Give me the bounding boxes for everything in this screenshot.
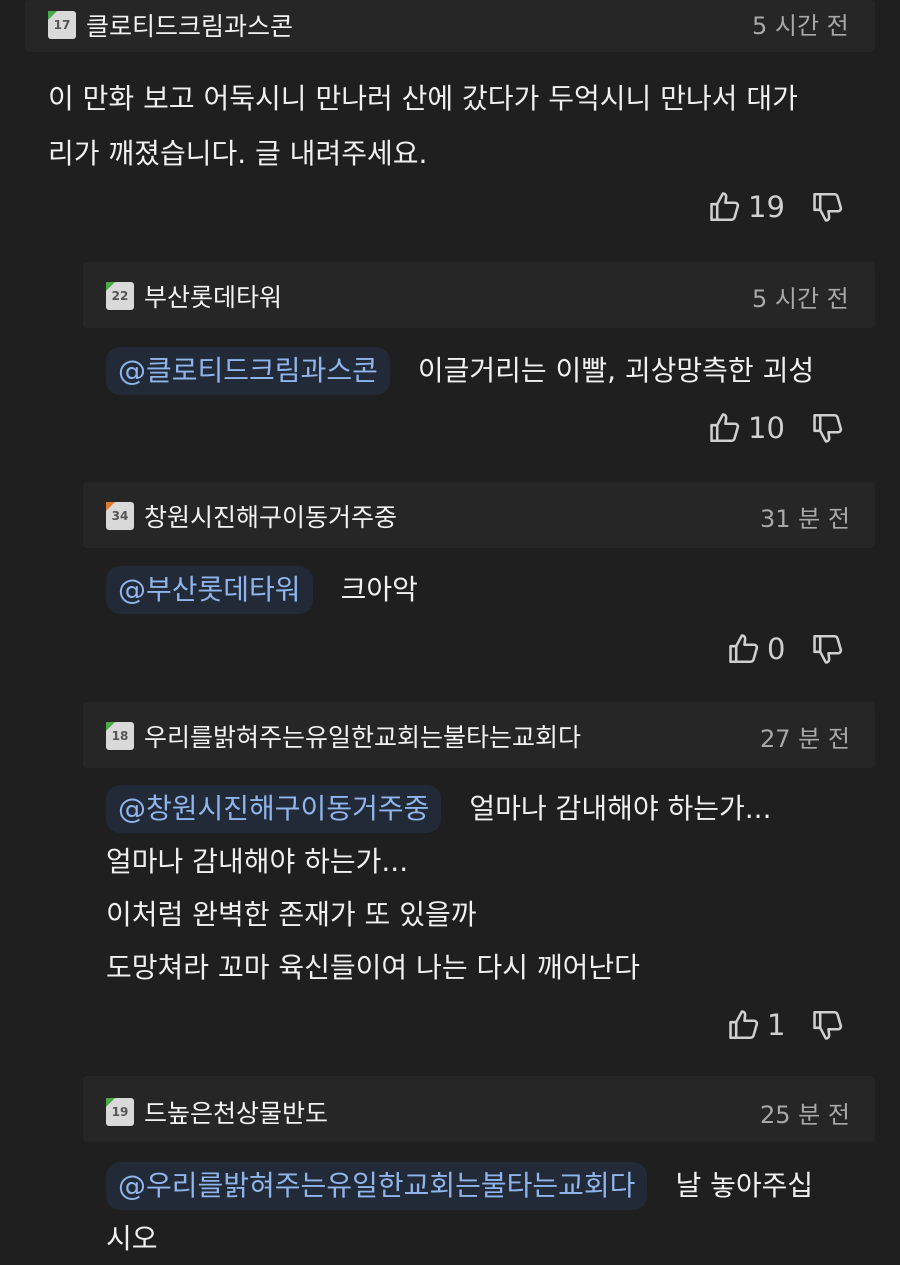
mention-tag[interactable]: @우리를밝혀주는유일한교회는불타는교회다	[106, 1162, 648, 1210]
level-badge: 22	[106, 282, 134, 310]
comment-time: 5 시간 전	[752, 285, 849, 313]
like-count: 0	[767, 632, 786, 666]
level-badge: 17	[48, 11, 76, 39]
thumbs-up-icon[interactable]	[708, 190, 742, 224]
like-count: 19	[748, 190, 785, 224]
vote-bar: 10	[708, 411, 845, 445]
like-count: 1	[767, 1008, 786, 1042]
comment-body: @부산롯데타워 크아악	[106, 562, 886, 617]
mention-tag[interactable]: @클로티드크림과스콘	[106, 347, 390, 395]
comment-line: 이글거리는 이빨, 괴상망측한 괴성	[417, 354, 815, 387]
vote-bar: 19	[708, 190, 845, 224]
comment-author[interactable]: 17 클로티드크림과스콘	[48, 5, 293, 45]
comment-line: 이 만화 보고 어둑시니 만나러 산에 갔다가 두억시니 만나서 대가	[48, 82, 798, 115]
mention-tag[interactable]: @창원시진해구이동거주중	[106, 785, 442, 833]
level-badge: 18	[106, 722, 134, 750]
comment-line: 얼마나 감내해야 하는가...	[469, 792, 772, 825]
author-name: 클로티드크림과스콘	[86, 12, 294, 41]
level-badge: 34	[106, 502, 134, 530]
comment-line: 날 놓아주십	[675, 1169, 814, 1202]
mention-tag[interactable]: @부산롯데타워	[106, 566, 313, 614]
thumbs-up-icon[interactable]	[727, 1008, 761, 1042]
like-count: 10	[748, 411, 785, 445]
thumbs-up-icon[interactable]	[727, 632, 761, 666]
author-name: 창원시진해구이동거주중	[144, 503, 398, 532]
author-name: 부산롯데타워	[144, 283, 283, 312]
comment-time: 31 분 전	[760, 505, 850, 533]
vote-bar: 1	[727, 1008, 845, 1042]
comment-time: 25 분 전	[760, 1101, 850, 1129]
comment-line: 도망쳐라 꼬마 육신들이여 나는 다시 깨어난다	[106, 951, 640, 984]
comment-line: 시오	[106, 1222, 158, 1255]
thumbs-down-icon[interactable]	[811, 632, 845, 666]
comment-body: @창원시진해구이동거주중 얼마나 감내해야 하는가... 얼마나 감내해야 하는가…	[106, 782, 886, 994]
vote-bar: 0	[727, 632, 845, 666]
comment-author[interactable]: 34 창원시진해구이동거주중	[106, 496, 397, 536]
author-name: 우리를밝혀주는유일한교회는불타는교회다	[144, 723, 582, 752]
thumbs-down-icon[interactable]	[811, 411, 845, 445]
thumbs-up-icon[interactable]	[708, 411, 742, 445]
author-name: 드높은천상물반도	[144, 1099, 329, 1128]
comment-body: 이 만화 보고 어둑시니 만나러 산에 갔다가 두억시니 만나서 대가 리가 깨…	[48, 71, 878, 181]
comment-body: @클로티드크림과스콘 이글거리는 이빨, 괴상망측한 괴성	[106, 343, 886, 398]
comment-line: 크아악	[340, 573, 418, 606]
thumbs-down-icon[interactable]	[811, 1008, 845, 1042]
comment-body: @우리를밝혀주는유일한교회는불타는교회다 날 놓아주십 시오	[106, 1159, 886, 1265]
comment-time: 27 분 전	[760, 725, 850, 753]
comment-author[interactable]: 18 우리를밝혀주는유일한교회는불타는교회다	[106, 716, 581, 756]
comment-line: 리가 깨졌습니다. 글 내려주세요.	[48, 137, 428, 170]
comment-author[interactable]: 22 부산롯데타워	[106, 276, 282, 316]
comment-line: 얼마나 감내해야 하는가...	[106, 845, 409, 878]
comment-line: 이처럼 완벽한 존재가 또 있을까	[106, 898, 477, 931]
level-badge: 19	[106, 1098, 134, 1126]
comment-author[interactable]: 19 드높은천상물반도	[106, 1092, 328, 1132]
comment-time: 5 시간 전	[752, 12, 849, 40]
thumbs-down-icon[interactable]	[811, 190, 845, 224]
